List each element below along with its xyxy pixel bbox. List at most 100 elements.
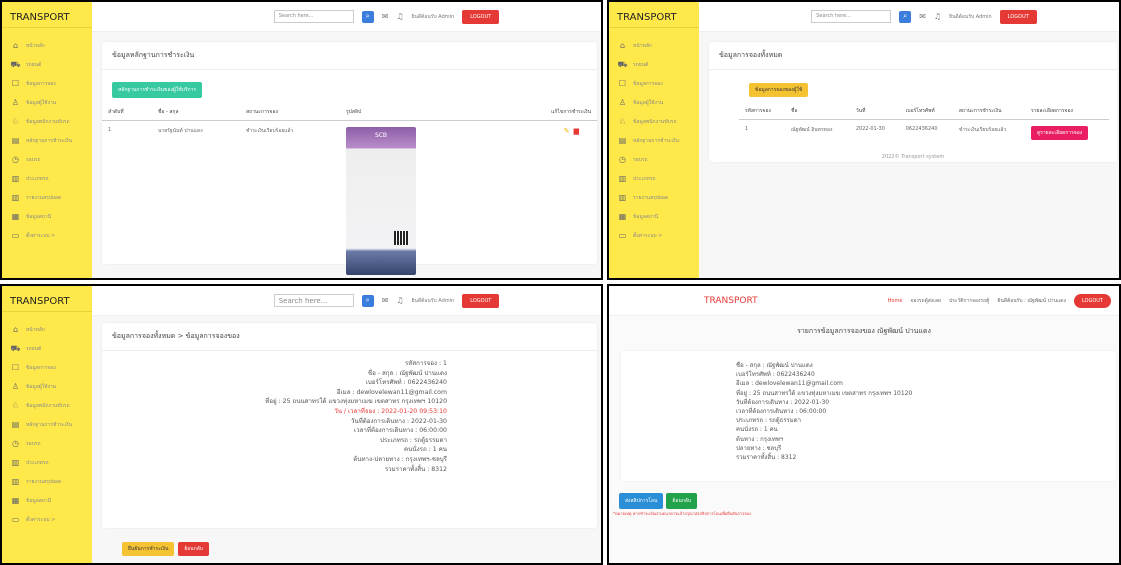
brand-logo[interactable]: TRANSPORT [2, 2, 92, 28]
doc-icon: ▥ [11, 458, 20, 467]
sidebar-item[interactable]: ▥ ประเภทรถ [2, 453, 92, 472]
mail-icon[interactable]: ✉ [919, 12, 926, 21]
sidebar-item[interactable]: ▥ รายงานสรุปยอด [609, 188, 699, 207]
logout-button[interactable]: LOGOUT [1073, 293, 1111, 308]
card-title: ข้อมูลหลักฐานการชำระเงิน [102, 42, 597, 70]
search-input[interactable]: Search here... [273, 294, 354, 307]
sidebar-item[interactable]: ▭ ตั้งค่าระบบ > [2, 226, 92, 245]
search-icon[interactable]: ⌕ [361, 10, 374, 23]
brand-logo[interactable]: TRANSPORT [2, 286, 92, 312]
sidebar-item[interactable]: ▥ รายงานสรุปยอด [2, 188, 92, 207]
send-slip-button[interactable]: ส่งสลิปการโอน [619, 493, 664, 509]
sidebar-item-label: ข้อมูลการจอง [26, 80, 56, 87]
nav-history[interactable]: ประวัติการจองรถตู้ [949, 297, 989, 305]
col-name: ชื่อ - สกุล [152, 104, 240, 121]
back-button[interactable]: ย้อนกลับ [666, 493, 698, 509]
panel-payment-evidence: TRANSPORT ⌂ หน้าหลัก ⛟ รถยนต์ ☐ ข้อมูลการจอง ♙… [0, 0, 603, 280]
sidebar-item[interactable]: ⛟ รถยนต์ [2, 339, 92, 358]
view-detail-button[interactable]: ดูรายละเอียดการจอง [1030, 126, 1089, 140]
trash-icon[interactable]: ▆ [574, 127, 579, 135]
sidebar-item[interactable]: ♘ ข้อมูลพนักงานขับรถ [2, 396, 92, 415]
bell-icon[interactable]: ♫ [396, 12, 403, 21]
sidebar-item[interactable]: ⛟ รถยนต์ [609, 55, 699, 74]
sidebar-item-label: ตั้งค่าระบบ > [26, 232, 56, 239]
sidebar-item[interactable]: ▦ ข้อมูลสถานี [609, 207, 699, 226]
sidebar-menu: ⌂ หน้าหลัก ⛟ รถยนต์ ☐ ข้อมูลการจอง ♙ ข้อมูลผู้ใ… [2, 320, 92, 529]
sidebar-item[interactable]: ▤ หลักฐานการชำระเงิน [609, 131, 699, 150]
bookings-card: ข้อมูลการจองทั้งหมด ข้อมูลการจองของผู้ใช… [709, 42, 1117, 162]
sidebar-item[interactable]: ♙ ข้อมูลผู้ใช้งาน [2, 377, 92, 396]
sidebar-item[interactable]: ♙ ข้อมูลผู้ใช้งาน [2, 93, 92, 112]
sidebar-item[interactable]: ⌂ หน้าหลัก [609, 36, 699, 55]
search-input[interactable]: Search here... [811, 10, 892, 23]
report-icon: ▥ [618, 193, 627, 202]
sidebar-item[interactable]: ▤ หลักฐานการชำระเงิน [2, 131, 92, 150]
search-icon[interactable]: ⌕ [361, 294, 374, 307]
footer-text: 2022© Transport system [881, 154, 945, 160]
sidebar-item-label: รถยนต์ [26, 61, 42, 68]
sidebar-item[interactable]: ▥ ประเภทรถ [2, 169, 92, 188]
nav-welcome: ยินดีต้อนรับ : ณัฐพัฒน์ ปานแดง [997, 297, 1066, 304]
user-icon: ♙ [618, 98, 627, 107]
user-bookings-button[interactable]: ข้อมูลการจองของผู้ใช้ [749, 83, 809, 97]
screenshot-grid: TRANSPORT ⌂ หน้าหลัก ⛟ รถยนต์ ☐ ข้อมูลการจอง ♙… [0, 0, 1121, 565]
back-button[interactable]: ย้อนกลับ [178, 542, 209, 556]
panel-booking-detail: TRANSPORT ⌂ หน้าหลัก ⛟ รถยนต์ ☐ ข้อมูลการจอง ♙… [0, 284, 603, 565]
detail-line: คนนั่งรถ : 1 คน [736, 426, 778, 434]
search-icon[interactable]: ⌕ [899, 10, 912, 23]
sidebar-item[interactable]: ♘ ข้อมูลพนักงานขับรถ [2, 112, 92, 131]
bell-icon[interactable]: ♫ [934, 12, 941, 21]
detail-line: เวลาที่ต้องการเดินทาง : 06:00:00 [736, 408, 827, 416]
bell-icon[interactable]: ♫ [396, 296, 403, 305]
nav-book[interactable]: จองรถตู้ส่งเลย [910, 297, 941, 305]
folder-icon: ▭ [11, 515, 20, 524]
doc-icon: ▥ [618, 174, 627, 183]
sidebar-item[interactable]: ♙ ข้อมูลผู้ใช้งาน [609, 93, 699, 112]
sidebar-item[interactable]: ▥ รายงานสรุปยอด [2, 472, 92, 491]
logout-button[interactable]: LOGOUT [999, 9, 1037, 24]
sidebar-item[interactable]: ♘ ข้อมูลพนักงานขับรถ [609, 112, 699, 131]
logout-button[interactable]: LOGOUT [462, 293, 500, 308]
sidebar-item[interactable]: ⌂ หน้าหลัก [2, 36, 92, 55]
sidebar-item[interactable]: ◷ รอบรถ [609, 150, 699, 169]
sidebar-item-label: ข้อมูลพนักงานขับรถ [26, 118, 70, 125]
nav-home[interactable]: Home [888, 298, 903, 304]
mail-icon[interactable]: ✉ [382, 12, 389, 21]
sidebar-item[interactable]: ▭ ตั้งค่าระบบ > [2, 510, 92, 529]
sidebar-item[interactable]: ◷ รอบรถ [2, 150, 92, 169]
add-payment-button[interactable]: หลักฐานการชำระเงินของผู้ใช้บริการ [112, 82, 203, 98]
sidebar-item-label: รอบรถ [26, 156, 41, 163]
confirm-payment-button[interactable]: ยืนยันการชำระเงิน [122, 542, 175, 556]
sidebar-item-label: หลักฐานการชำระเงิน [26, 137, 73, 144]
slip-image[interactable]: SCB [346, 127, 416, 275]
sidebar-item[interactable]: ▥ ประเภทรถ [609, 169, 699, 188]
detail-line: วันที่ต้องการเดินทาง : 2022-01-30 [351, 417, 447, 425]
sidebar-item[interactable]: ☐ ข้อมูลการจอง [2, 74, 92, 93]
sidebar-menu: ⌂ หน้าหลัก ⛟ รถยนต์ ☐ ข้อมูลการจอง ♙ ข้อมูลผู้ใ… [2, 36, 92, 245]
detail-line: เบอร์โทรศัพท์ : 0622436240 [736, 371, 815, 379]
users-icon: ♘ [618, 117, 627, 126]
card-actions: หลักฐานการชำระเงินของผู้ใช้บริการ [102, 70, 597, 104]
edit-icon[interactable]: ✎ [564, 127, 570, 135]
logout-button[interactable]: LOGOUT [462, 9, 500, 24]
sidebar-item-label: ตั้งค่าระบบ > [633, 232, 663, 239]
sidebar-item[interactable]: ⌂ หน้าหลัก [2, 320, 92, 339]
sidebar-item-label: รายงานสรุปยอด [26, 478, 62, 485]
row-name: ณัฐพัฒน์ อินทรทอง [791, 127, 833, 133]
col-status: สถานะการชำระเงิน [952, 103, 1025, 120]
sidebar-item[interactable]: ▦ ข้อมูลสถานี [2, 207, 92, 226]
sidebar-item-label: หลักฐานการชำระเงิน [633, 137, 680, 144]
sidebar-item[interactable]: ☐ ข้อมูลการจอง [609, 74, 699, 93]
top-bar: Search here... ⌕ ✉ ♫ ยินดีต้อนรับ Admin … [699, 2, 1119, 32]
sidebar-item[interactable]: ▭ ตั้งค่าระบบ > [609, 226, 699, 245]
search-input[interactable]: Search here... [273, 10, 354, 23]
sidebar-item[interactable]: ☐ ข้อมูลการจอง [2, 358, 92, 377]
mail-icon[interactable]: ✉ [382, 296, 389, 305]
sidebar-item[interactable]: ⛟ รถยนต์ [2, 55, 92, 74]
sidebar-item[interactable]: ▤ หลักฐานการชำระเงิน [2, 415, 92, 434]
sidebar-item[interactable]: ▦ ข้อมูลสถานี [2, 491, 92, 510]
sidebar-item[interactable]: ◷ รอบรถ [2, 434, 92, 453]
brand-logo[interactable]: TRANSPORT [609, 2, 699, 28]
col-id: รหัสการจอง [739, 103, 786, 120]
brand-logo[interactable]: TRANSPORT [704, 296, 758, 306]
